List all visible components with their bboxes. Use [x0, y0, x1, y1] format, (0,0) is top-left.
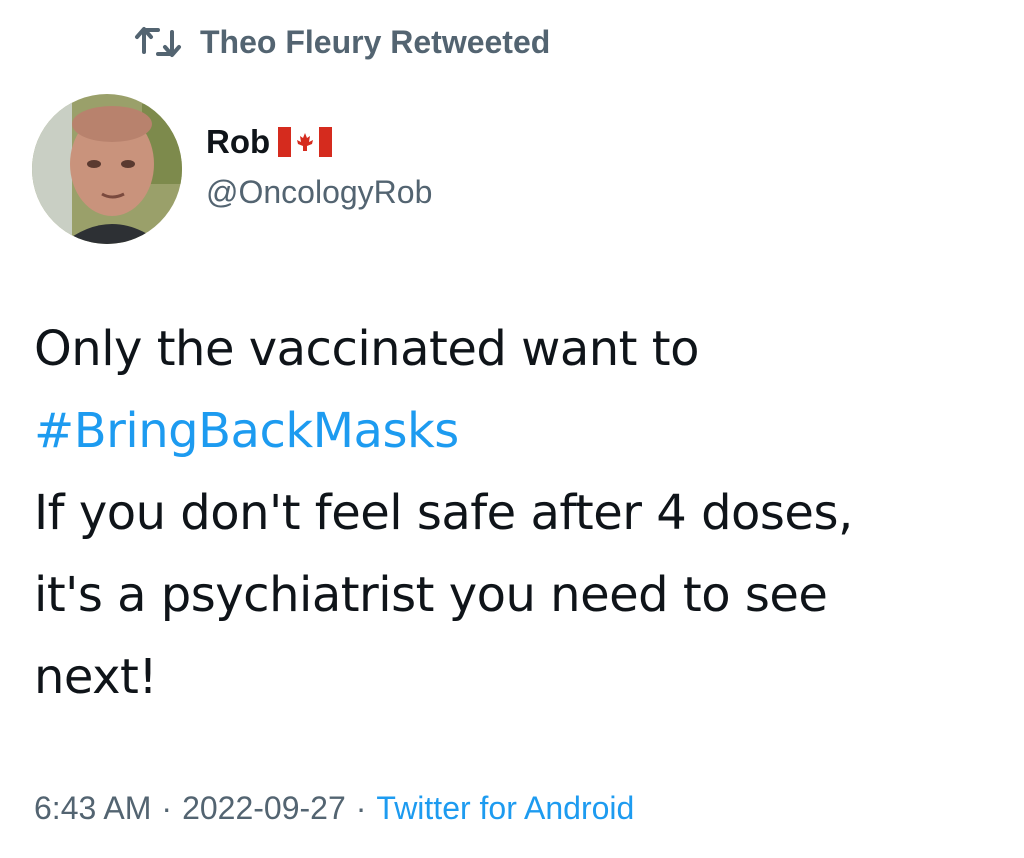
user-handle[interactable]: @OncologyRob [206, 174, 432, 211]
tweet-source-link[interactable]: Twitter for Android [376, 790, 634, 826]
author-block[interactable]: Rob @OncologyRob [206, 120, 432, 211]
display-name[interactable]: Rob [206, 123, 270, 161]
avatar-photo [32, 94, 182, 244]
tweet-meta: 6:43 AM · 2022-09-27 · Twitter for Android [34, 790, 634, 827]
tweet-line: Only the vaccinated want to [34, 321, 699, 377]
tweet-time[interactable]: 6:43 AM [34, 790, 151, 826]
tweet-date[interactable]: 2022-09-27 [182, 790, 346, 826]
retweet-label[interactable]: Theo Fleury Retweeted [200, 24, 550, 61]
tweet-text: Only the vaccinated want to #BringBackMa… [34, 308, 1004, 718]
hashtag-link[interactable]: #BringBackMasks [34, 390, 1004, 472]
retweet-icon [135, 27, 181, 57]
canada-flag-icon [278, 127, 333, 157]
tweet-line: next! [34, 649, 158, 705]
avatar[interactable] [32, 94, 182, 244]
meta-separator: · [161, 790, 173, 826]
meta-separator: · [355, 790, 367, 826]
tweet-card: Theo Fleury Retweeted Rob @OncologyRob O… [0, 0, 1024, 858]
tweet-line: it's a psychiatrist you need to see [34, 567, 828, 623]
retweet-context[interactable]: Theo Fleury Retweeted [134, 20, 550, 64]
tweet-line: If you don't feel safe after 4 doses, [34, 485, 853, 541]
display-name-row[interactable]: Rob [206, 120, 432, 164]
